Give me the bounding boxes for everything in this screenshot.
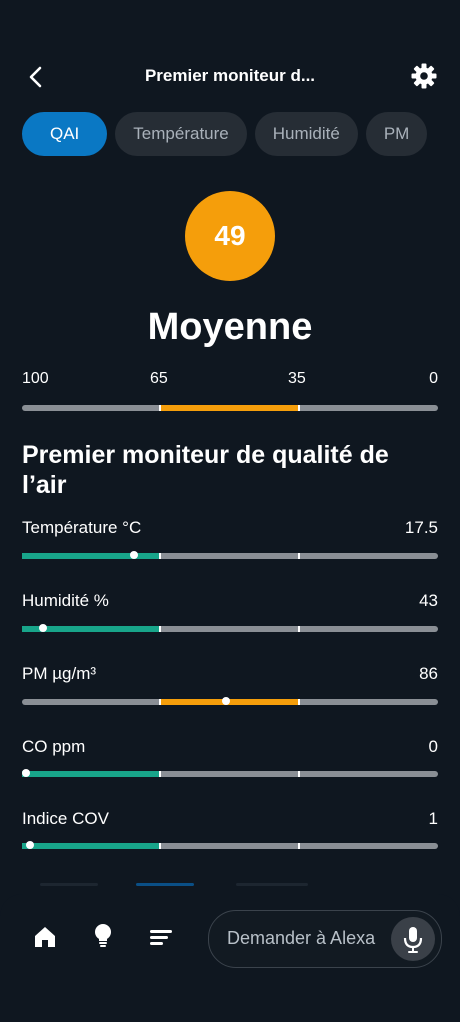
metric-value: 1 (428, 809, 438, 828)
metric-temperature: Température °C 17.5 (22, 518, 438, 542)
metric-level-segment (22, 771, 160, 777)
mic-button[interactable] (391, 917, 435, 961)
scale-tick (159, 843, 161, 849)
ask-alexa-input[interactable]: Demander à Alexa (208, 910, 442, 968)
metric-level-segment (22, 843, 160, 849)
chevron-left-icon (29, 66, 42, 88)
scale-label-0: 0 (429, 370, 438, 387)
scale-tick (159, 405, 161, 411)
gear-icon (411, 63, 437, 89)
metric-value: 43 (419, 591, 438, 610)
aqi-status: Moyenne (147, 306, 313, 348)
alexa-placeholder: Demander à Alexa (227, 928, 376, 948)
back-button[interactable] (24, 64, 50, 90)
metric-level-indicator (22, 769, 30, 777)
scroll-peek (236, 883, 308, 886)
home-icon (35, 927, 55, 947)
settings-button[interactable] (410, 62, 438, 90)
scale-tick (298, 699, 300, 705)
header: Premier moniteur d... (0, 56, 460, 100)
page-title: Premier moniteur d... (144, 66, 316, 85)
metric-label: Indice COV (22, 809, 109, 828)
device-section-title: Premier moniteur de qualité de l’air (22, 441, 389, 499)
metric-label: PM µg/m³ (22, 664, 97, 683)
metric-cov-bar (22, 841, 438, 849)
metric-level-indicator (221, 697, 230, 705)
scale-tick (159, 699, 161, 705)
menu-icon (150, 930, 172, 945)
metric-label: CO ppm (22, 737, 86, 756)
metric-humidity: Humidité % 43 (22, 591, 438, 615)
scale-tick (159, 771, 161, 777)
scroll-peek (136, 883, 194, 886)
aqi-active-segment (160, 405, 298, 411)
metric-label: Température °C (22, 518, 142, 537)
lightbulb-icon (95, 924, 111, 947)
scroll-peek (40, 883, 98, 886)
scale-label-65: 65 (150, 370, 168, 387)
nav-home[interactable] (32, 924, 58, 950)
scale-tick (159, 626, 161, 632)
scale-tick (298, 626, 300, 632)
tab-humidity[interactable]: Humidité (254, 112, 358, 156)
aqi-scale-bar (22, 405, 438, 411)
metric-cov: Indice COV 1 (22, 809, 438, 833)
metric-temperature-bar (22, 551, 438, 559)
metric-value: 0 (428, 737, 438, 756)
metric-pm-bar (22, 697, 438, 705)
metric-level-indicator (38, 624, 47, 632)
metric-pm: PM µg/m³ 86 (22, 664, 438, 688)
bottom-nav: Demander à Alexa (0, 894, 460, 1022)
nav-more[interactable] (148, 924, 174, 950)
metric-label: Humidité % (22, 591, 109, 610)
metric-tabs: QAI Température Humidité PM (22, 112, 460, 158)
scale-tick (159, 553, 161, 559)
nav-devices[interactable] (90, 922, 116, 948)
scale-tick (298, 771, 300, 777)
aqi-scale-labels: 100 65 35 0 (22, 370, 438, 392)
metric-value: 86 (419, 664, 438, 683)
scale-tick (298, 405, 300, 411)
tab-qai[interactable]: QAI (22, 112, 108, 156)
metric-level-segment (22, 553, 160, 559)
scale-label-100: 100 (22, 370, 49, 387)
metric-humidity-bar (22, 624, 438, 632)
tab-pm[interactable]: PM (365, 112, 428, 156)
aqi-value-badge: 49 (185, 191, 275, 281)
metric-co: CO ppm 0 (22, 737, 438, 761)
scale-tick (298, 553, 300, 559)
scale-tick (298, 843, 300, 849)
tab-temperature[interactable]: Température (115, 112, 247, 156)
metric-co-bar (22, 769, 438, 777)
metric-value: 17.5 (404, 518, 438, 537)
microphone-icon (403, 927, 423, 953)
scale-label-35: 35 (288, 370, 306, 387)
